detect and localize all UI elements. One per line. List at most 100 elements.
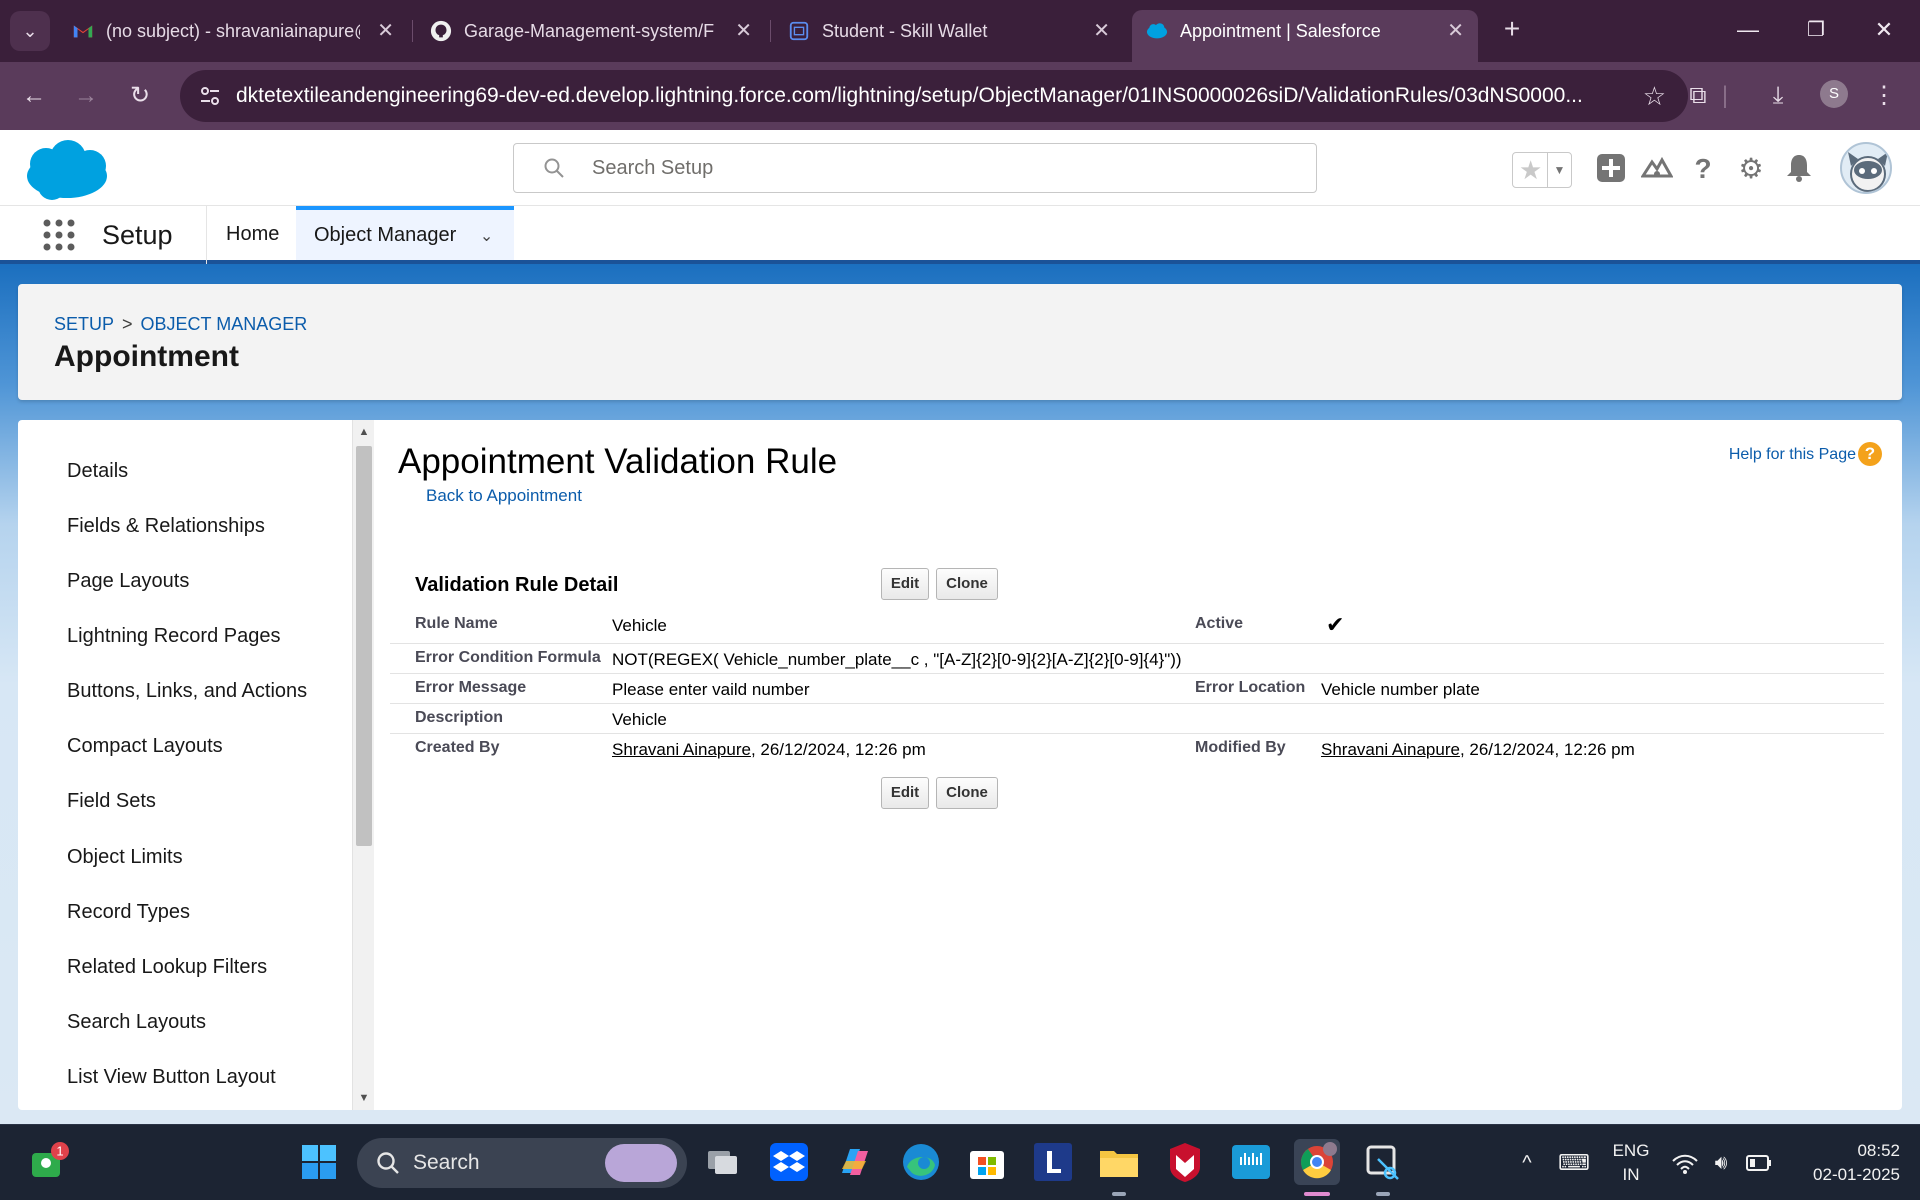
sidebar-item-field-sets[interactable]: Field Sets (67, 790, 156, 813)
sidebar-scrollbar[interactable]: ▲ ▼ (352, 420, 374, 1110)
trailhead-icon[interactable] (1640, 152, 1674, 186)
modified-by-date: , 26/12/2024, 12:26 pm (1459, 740, 1635, 759)
row-divider (390, 643, 1884, 644)
mcafee-icon[interactable] (1162, 1139, 1208, 1185)
minimize-button[interactable]: — (1722, 10, 1774, 50)
nav-item-home[interactable]: Home (226, 206, 279, 260)
favorites-star-icon[interactable]: ★ (1519, 156, 1542, 184)
gear-icon[interactable]: ⚙ (1734, 152, 1768, 186)
volume-icon[interactable]: 🔊︎ (1706, 1125, 1736, 1200)
favorites-dropdown-icon[interactable]: ▼ (1547, 153, 1571, 187)
touch-keyboard-icon[interactable]: ⌨ (1556, 1125, 1592, 1200)
app-launcher-icon[interactable] (42, 218, 76, 252)
l-app-icon[interactable] (1030, 1139, 1076, 1185)
sidebar-item-list-view-button-layout[interactable]: List View Button Layout (67, 1066, 276, 1089)
menu-kebab-icon[interactable]: ⋮ (1866, 78, 1902, 114)
sidebar-item-record-types[interactable]: Record Types (67, 901, 190, 924)
salesforce-global-header: ★ ▼ ? ⚙ (0, 130, 1920, 206)
snipping-tool-icon[interactable] (1360, 1139, 1406, 1185)
reload-button[interactable]: ↻ (120, 76, 160, 116)
sidebar-item-related-lookup-filters[interactable]: Related Lookup Filters (67, 956, 267, 979)
nav-item-object-manager[interactable]: Object Manager ⌄ (296, 206, 514, 260)
search-icon (377, 1152, 399, 1174)
address-bar[interactable]: dktetextileandengineering69-dev-ed.devel… (180, 70, 1688, 122)
close-tab-icon[interactable]: ✕ (1447, 10, 1464, 52)
breadcrumb-setup-link[interactable]: SETUP (54, 314, 114, 334)
task-view-icon[interactable] (700, 1139, 746, 1185)
tab-salesforce[interactable]: Appointment | Salesforce ✕ (1132, 10, 1478, 62)
close-tab-icon[interactable]: ✕ (735, 10, 752, 52)
wifi-icon[interactable] (1670, 1125, 1700, 1200)
restore-button[interactable]: ❐ (1790, 10, 1842, 50)
file-explorer-icon[interactable] (1096, 1139, 1142, 1185)
scroll-up-arrow-icon[interactable]: ▲ (353, 422, 375, 442)
close-window-button[interactable]: ✕ (1858, 10, 1910, 50)
forward-button[interactable]: → (66, 76, 106, 116)
clone-button-bottom[interactable]: Clone (936, 777, 998, 809)
copilot-icon[interactable] (832, 1139, 878, 1185)
breadcrumb-object-manager-link[interactable]: OBJECT MANAGER (141, 314, 308, 334)
edit-button[interactable]: Edit (881, 568, 929, 600)
modified-by-value: Shravani Ainapure, 26/12/2024, 12:26 pm (1321, 740, 1635, 760)
cisco-icon[interactable] (1228, 1139, 1274, 1185)
taskbar-search-label: Search (413, 1151, 480, 1174)
clone-button[interactable]: Clone (936, 568, 998, 600)
running-indicator (1112, 1192, 1126, 1196)
search-setup-input[interactable] (592, 144, 1292, 192)
notifications-bell-icon[interactable] (1782, 152, 1816, 186)
clock[interactable]: 08:52 02-01-2025 (1790, 1125, 1900, 1200)
taskbar-search[interactable]: Search (357, 1138, 687, 1188)
salesforce-logo[interactable] (22, 138, 112, 202)
back-to-appointment-link[interactable]: Back to Appointment (426, 486, 582, 506)
widgets-icon[interactable]: 1 (26, 1139, 72, 1185)
tab-search-button[interactable]: ⌄ (10, 11, 50, 51)
tab-skill-wallet[interactable]: Student - Skill Wallet ✕ (774, 10, 1124, 52)
help-for-page-link[interactable]: Help for this Page (1729, 446, 1856, 464)
language-indicator[interactable]: ENG IN (1604, 1125, 1658, 1200)
scrollbar-thumb[interactable] (356, 446, 372, 846)
back-button[interactable]: ← (14, 76, 54, 116)
modified-by-user-link[interactable]: Shravani Ainapure (1321, 740, 1460, 759)
extensions-icon[interactable]: ⧉ (1680, 78, 1716, 114)
help-icon[interactable]: ? (1686, 152, 1720, 186)
page-title: Appointment (54, 340, 239, 373)
sidebar-item-buttons-links-actions[interactable]: Buttons, Links, and Actions (67, 680, 307, 703)
scroll-down-arrow-icon[interactable]: ▼ (353, 1088, 375, 1108)
downloads-icon[interactable]: ⤓ (1760, 78, 1796, 114)
tab-github[interactable]: Garage-Management-system/F ✕ (416, 10, 766, 52)
validation-rule-main: Appointment Validation Rule Back to Appo… (374, 420, 1902, 1110)
tab-separator (770, 20, 771, 42)
start-windows-icon[interactable] (296, 1139, 342, 1185)
tab-gmail[interactable]: (no subject) - shravaniainapure@ ✕ (58, 10, 408, 52)
microsoft-store-icon[interactable] (964, 1139, 1010, 1185)
battery-icon[interactable] (1744, 1125, 1774, 1200)
sidebar-item-fields-relationships[interactable]: Fields & Relationships (67, 515, 265, 538)
edit-button-bottom[interactable]: Edit (881, 777, 929, 809)
sidebar-item-search-layouts[interactable]: Search Layouts (67, 1011, 206, 1034)
close-tab-icon[interactable]: ✕ (377, 10, 394, 52)
dropbox-icon[interactable] (766, 1139, 812, 1185)
sidebar-item-object-limits[interactable]: Object Limits (67, 846, 183, 869)
user-avatar[interactable] (1840, 142, 1892, 194)
chevron-down-icon[interactable]: ⌄ (480, 212, 493, 262)
notification-count: 1 (56, 1144, 63, 1159)
site-settings-icon[interactable] (198, 84, 222, 108)
search-setup-box[interactable] (513, 143, 1317, 193)
help-question-icon[interactable]: ? (1858, 442, 1882, 466)
bookmark-star-icon[interactable]: ☆ (1643, 70, 1666, 122)
created-by-user-link[interactable]: Shravani Ainapure (612, 740, 751, 759)
close-tab-icon[interactable]: ✕ (1093, 10, 1110, 52)
favorites-button-group[interactable]: ★ ▼ (1512, 152, 1572, 188)
sidebar-item-details[interactable]: Details (67, 460, 128, 483)
sidebar-item-compact-layouts[interactable]: Compact Layouts (67, 735, 223, 758)
chrome-icon[interactable] (1294, 1139, 1340, 1185)
profile-avatar[interactable]: S (1820, 80, 1848, 108)
created-by-label: Created By (415, 739, 500, 756)
sidebar-item-lightning-record-pages[interactable]: Lightning Record Pages (67, 625, 280, 648)
sidebar-item-page-layouts[interactable]: Page Layouts (67, 570, 189, 593)
edge-browser-icon[interactable] (898, 1139, 944, 1185)
new-tab-button[interactable]: + (1492, 10, 1532, 50)
global-actions-icon[interactable] (1594, 152, 1628, 186)
show-hidden-icons-chevron-icon[interactable]: ^ (1512, 1125, 1542, 1200)
windows-taskbar: 1 Search ^ ⌨ ENG IN 🔊︎ 08:52 02-01-2025 (0, 1124, 1920, 1200)
